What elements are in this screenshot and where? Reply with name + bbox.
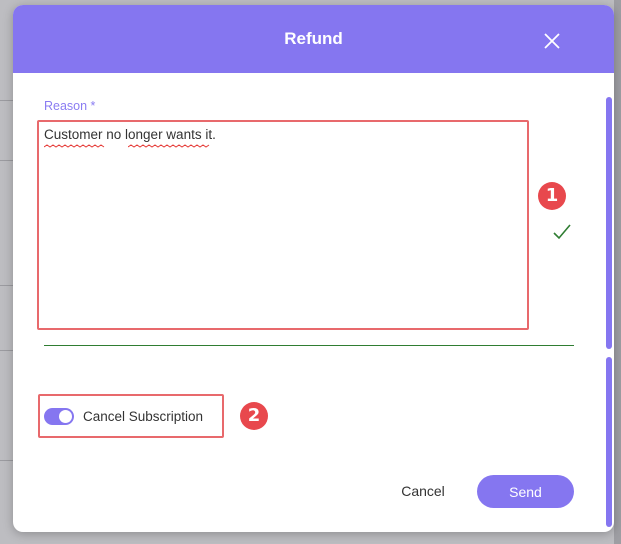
- check-icon: [553, 224, 571, 240]
- scrollbar-thumb[interactable]: [606, 97, 612, 349]
- background-divider: [0, 460, 14, 461]
- send-button[interactable]: Send: [477, 475, 574, 508]
- background-divider: [0, 285, 14, 286]
- reason-textarea[interactable]: Customer no longer wants it.: [44, 127, 514, 317]
- close-icon: [544, 33, 560, 49]
- toggle-knob: [59, 410, 72, 423]
- cancel-subscription-toggle[interactable]: [44, 408, 74, 425]
- background-divider: [0, 350, 14, 351]
- close-button[interactable]: [539, 28, 565, 54]
- background-divider: [0, 160, 14, 161]
- cancel-subscription-label: Cancel Subscription: [83, 409, 204, 424]
- scrollbar-track-lower[interactable]: [606, 357, 612, 527]
- annotation-marker-1: 1: [538, 182, 566, 210]
- reason-label: Reason *: [44, 99, 96, 113]
- dialog-title: Refund: [284, 29, 343, 48]
- spellcheck-underline: [44, 144, 105, 148]
- annotation-marker-2: 2: [240, 402, 268, 430]
- background-divider: [0, 100, 14, 101]
- background-right-strip: [614, 0, 621, 544]
- refund-dialog: Refund Reason * Customer no longer wants…: [13, 5, 614, 532]
- spellcheck-underline: [128, 144, 210, 148]
- cancel-button[interactable]: Cancel: [387, 475, 459, 507]
- dialog-header: Refund: [13, 5, 614, 73]
- reason-valid-underline: [44, 345, 574, 346]
